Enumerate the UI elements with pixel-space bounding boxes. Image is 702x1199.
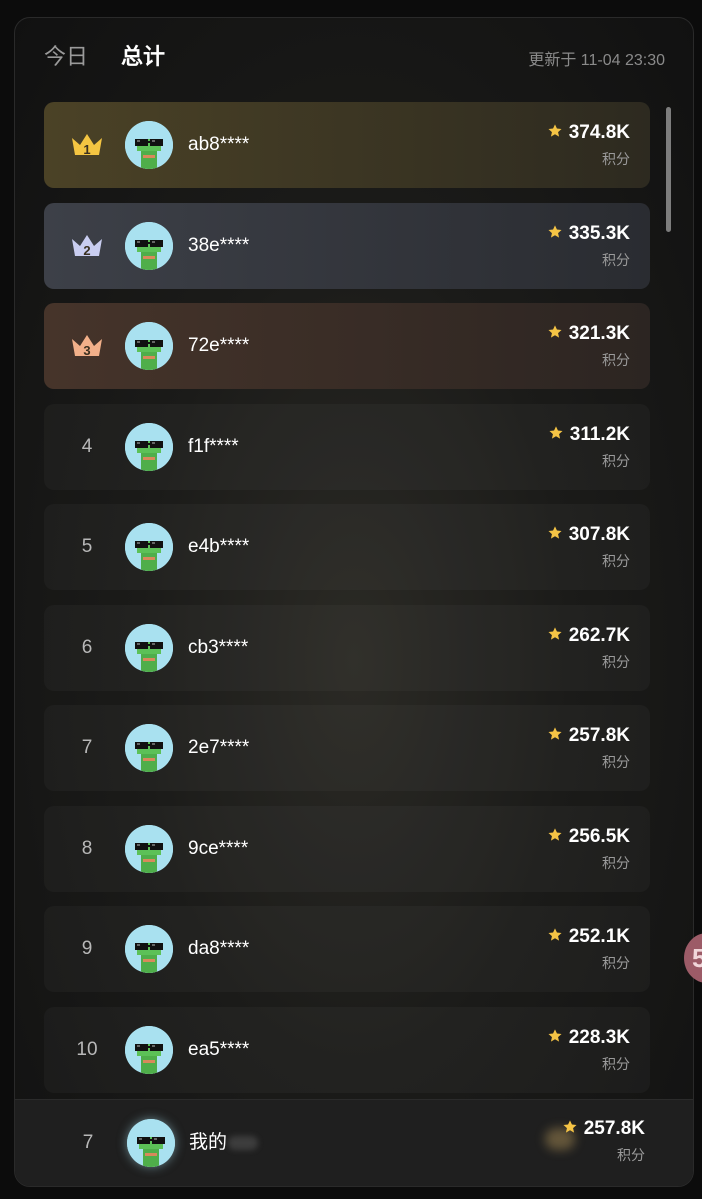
blurred-id [228, 1136, 258, 1150]
star-icon [547, 927, 563, 943]
rank-number: 3 [83, 343, 91, 358]
score: 252.1K [547, 926, 630, 948]
frog-avatar-icon [125, 121, 173, 169]
my-rank-number: 7 [82, 1132, 94, 1153]
my-score-value: 257.8K [583, 1118, 645, 1139]
score-unit: 积分 [602, 251, 630, 268]
ranking-row[interactable]: 5 e4b**** 307.8K 积分 [44, 504, 650, 590]
side-badge-label: 5 [692, 943, 702, 973]
user-name: 72e**** [188, 335, 250, 356]
rank-number: 9 [81, 938, 93, 959]
score-value: 252.1K [568, 926, 630, 947]
leaderboard-panel: 今日 总计 更新于 11-04 23:30 1 ab8**** 374.8K 积分 2 3… [14, 17, 694, 1187]
score-value: 321.3K [568, 323, 630, 344]
user-name: 38e**** [188, 234, 250, 256]
frog-avatar-icon [125, 221, 173, 270]
score-value: 311.2K [569, 423, 630, 445]
star-icon [562, 1119, 578, 1135]
star-icon [547, 626, 563, 642]
star-icon [547, 525, 563, 541]
user-name: ab8**** [188, 134, 250, 155]
star-icon [547, 1028, 563, 1044]
frog-avatar-icon [125, 724, 173, 772]
rank-number: 6 [81, 636, 93, 658]
ranking-row[interactable]: 10 ea5**** 228.3K 积分 [44, 1007, 650, 1093]
score-value: 256.5K [568, 825, 630, 847]
score-unit: 积分 [602, 553, 630, 569]
score-value: 307.8K [568, 524, 630, 545]
ranking-row[interactable]: 6 cb3**** 262.7K 积分 [44, 605, 650, 691]
score-value: 228.3K [568, 1026, 630, 1048]
frog-avatar-icon [125, 523, 173, 571]
user-name: 2e7**** [188, 737, 250, 758]
frog-avatar-icon [125, 623, 173, 672]
user-name: e4b**** [188, 536, 250, 557]
score-value: 262.7K [568, 624, 630, 646]
user-name: ea5**** [188, 1038, 250, 1060]
ranking-row[interactable]: 7 2e7**** 257.8K 积分 [44, 705, 650, 791]
frog-avatar-icon [125, 422, 173, 471]
score: 307.8K [547, 524, 630, 546]
tab-today[interactable]: 今日 [44, 42, 88, 72]
ranking-row[interactable]: 8 9ce**** 256.5K 积分 [44, 806, 650, 892]
updated-time: 更新于 11-04 23:30 [528, 52, 665, 69]
ranking-row[interactable]: 3 72e**** 321.3K 积分 [44, 303, 650, 389]
score-unit: 积分 [602, 1055, 630, 1072]
score-unit: 积分 [602, 452, 630, 469]
star-icon [548, 425, 564, 441]
star-icon [547, 123, 563, 139]
scrollbar[interactable] [666, 107, 671, 232]
ranking-list[interactable]: 1 ab8**** 374.8K 积分 2 38e**** 335.3K 积分 3 72e****… [44, 102, 650, 1107]
star-icon [547, 827, 563, 843]
score: 257.8K [547, 725, 630, 747]
star-icon [547, 324, 563, 340]
score-unit: 积分 [602, 854, 630, 871]
frog-avatar-icon [125, 925, 173, 973]
rank-number: 8 [81, 837, 93, 859]
user-name: 9ce**** [188, 837, 249, 859]
user-name: f1f**** [188, 435, 239, 457]
score: 228.3K [547, 1027, 630, 1049]
star-icon [547, 224, 563, 240]
score: 335.3K [547, 223, 630, 245]
score-unit: 积分 [602, 754, 630, 770]
score: 262.7K [547, 625, 630, 647]
user-name: cb3**** [188, 636, 249, 658]
ranking-row[interactable]: 2 38e**** 335.3K 积分 [44, 202, 650, 289]
score: 311.2K [548, 424, 630, 446]
rank-number: 2 [83, 242, 91, 258]
score-unit: 积分 [602, 955, 630, 971]
my-score: 257.8K [562, 1118, 645, 1140]
frog-avatar-icon [125, 1025, 173, 1074]
my-rank-bar: 7 我的 257.8K 积分 [15, 1099, 693, 1186]
leaderboard-header: 今日 总计 更新于 11-04 23:30 [15, 18, 693, 98]
score: 256.5K [547, 826, 630, 848]
user-name: da8**** [188, 938, 250, 959]
rank-number: 10 [76, 1038, 98, 1060]
my-name: 我的 [189, 1132, 228, 1153]
score-unit: 积分 [602, 352, 630, 368]
ranking-row[interactable]: 4 f1f**** 311.2K 积分 [44, 404, 650, 490]
score-value: 335.3K [568, 222, 630, 244]
frog-avatar-icon [125, 322, 173, 370]
ranking-row[interactable]: 1 ab8**** 374.8K 积分 [44, 102, 650, 188]
rank-number: 7 [81, 737, 93, 758]
score: 374.8K [547, 122, 630, 144]
score-value: 257.8K [568, 725, 630, 746]
my-avatar [127, 1119, 175, 1167]
score-value: 374.8K [568, 122, 630, 143]
star-icon [547, 726, 563, 742]
score-unit: 积分 [602, 151, 630, 167]
score: 321.3K [547, 323, 630, 345]
rank-number: 4 [81, 435, 93, 457]
my-score-unit: 积分 [617, 1147, 645, 1163]
rank-number: 5 [81, 536, 93, 557]
tab-total[interactable]: 总计 [121, 42, 165, 72]
frog-avatar-icon [125, 824, 173, 873]
rank-number: 1 [83, 142, 91, 157]
ranking-row[interactable]: 9 da8**** 252.1K 积分 [44, 906, 650, 992]
score-unit: 积分 [602, 653, 630, 670]
